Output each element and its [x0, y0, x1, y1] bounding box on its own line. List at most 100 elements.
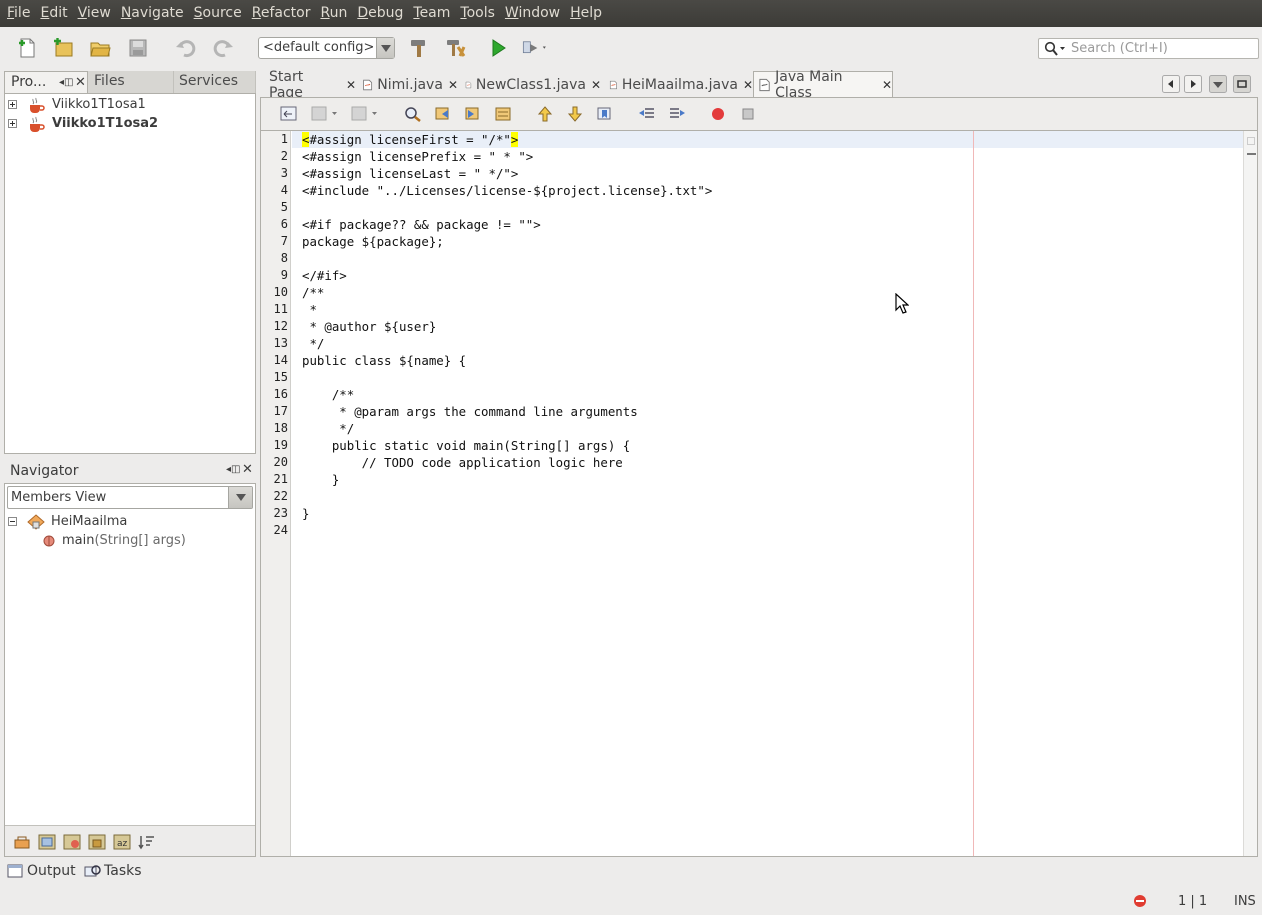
line-number: 8 [280, 251, 288, 265]
menu-file[interactable]: File [2, 0, 35, 27]
menu-refactor[interactable]: Refactor [247, 0, 316, 27]
config-select[interactable]: <default config> [258, 37, 395, 59]
close-icon[interactable]: ✕ [448, 78, 458, 92]
redo-icon[interactable] [209, 34, 237, 62]
build-hammer-icon[interactable] [405, 34, 433, 62]
debug-icon[interactable] [521, 34, 549, 62]
sort-by-name-icon[interactable]: az [113, 834, 131, 850]
class-icon [27, 513, 45, 530]
menu-source[interactable]: Source [189, 0, 247, 27]
run-icon[interactable] [484, 34, 512, 62]
back-icon[interactable] [311, 106, 339, 122]
menu-edit[interactable]: Edit [35, 0, 72, 27]
scroll-right-icon[interactable] [1184, 75, 1202, 93]
new-project-icon[interactable] [49, 34, 77, 62]
close-icon[interactable]: ✕ [242, 462, 253, 477]
code-line: */ [302, 336, 325, 351]
members-view-select[interactable]: Members View [7, 486, 253, 509]
line-number: 17 [273, 404, 288, 418]
toggle-highlight-icon[interactable] [494, 106, 512, 122]
output-label: Output [27, 863, 76, 879]
expand-icon[interactable] [8, 100, 17, 109]
menu-navigate[interactable]: Navigate [116, 0, 189, 27]
tasks-icon [84, 865, 101, 877]
tab-newclass1-java[interactable]: NewClass1.java ✕ [461, 73, 601, 97]
maximize-icon[interactable] [1233, 75, 1251, 93]
menu-tools[interactable]: Tools [455, 0, 500, 27]
search-box[interactable] [1038, 38, 1259, 59]
find-previous-icon[interactable] [434, 106, 452, 122]
menu-window[interactable]: Window [500, 0, 565, 27]
close-icon[interactable]: ✕ [882, 78, 892, 92]
clean-build-icon[interactable] [443, 34, 471, 62]
code-line: <#assign licenseLast = " */"> [302, 166, 519, 181]
line-number: 22 [273, 489, 288, 503]
shift-left-icon[interactable] [638, 106, 656, 122]
tab-nimi-java[interactable]: Nimi.java ✕ [358, 73, 458, 97]
close-icon[interactable]: ✕ [591, 78, 601, 92]
hide-nonpublic-icon[interactable] [88, 834, 106, 850]
menu-debug[interactable]: Debug [352, 0, 408, 27]
close-icon[interactable]: ✕ [75, 72, 86, 93]
menu-run[interactable]: Run [315, 0, 352, 27]
code-text: #assign licenseFirst = "/*" [309, 132, 511, 147]
editor-tabs: Start Page ✕ Nimi.java ✕ NewClass1.java … [260, 69, 1258, 101]
method-node[interactable]: main (String[] args) [43, 531, 186, 550]
scroll-left-icon[interactable] [1162, 75, 1180, 93]
find-selection-icon[interactable] [404, 106, 422, 122]
output-tab[interactable]: Output [7, 863, 76, 879]
menu-bar: File Edit View Navigate Source Refactor … [0, 0, 1262, 27]
navigator-header: Navigator ◂◫ ✕ [4, 461, 256, 483]
code-line: <#assign licenseFirst = "/*"> [302, 131, 519, 148]
close-icon[interactable]: ✕ [743, 78, 753, 92]
tab-heimaailma-java[interactable]: HeiMaailma.java ✕ [605, 73, 753, 97]
show-fields-icon[interactable] [38, 834, 56, 850]
error-icon[interactable] [1133, 894, 1147, 908]
save-all-icon[interactable] [124, 34, 152, 62]
previous-bookmark-icon[interactable] [536, 106, 554, 122]
new-file-icon[interactable] [13, 34, 41, 62]
class-node[interactable]: HeiMaailma [5, 512, 127, 531]
undo-icon[interactable] [172, 34, 200, 62]
forward-icon[interactable] [351, 106, 379, 122]
inherited-members-icon[interactable] [13, 834, 31, 850]
start-macro-recording-icon[interactable] [711, 107, 725, 121]
line-number: 3 [280, 166, 288, 180]
tab-list-icon[interactable] [1209, 75, 1227, 93]
code-content[interactable]: <#assign licenseFirst = "/*"> <#assign li… [292, 131, 1243, 856]
tab-files[interactable]: Files [88, 71, 174, 93]
search-input[interactable] [1071, 40, 1255, 57]
toggle-bookmark-icon[interactable] [596, 106, 614, 122]
tab-java-main-class[interactable]: Java Main Class ✕ [753, 69, 893, 101]
code-line: */ [302, 421, 355, 436]
menu-view[interactable]: View [73, 0, 116, 27]
minimize-icon[interactable]: ◂◫ [226, 464, 240, 475]
find-next-icon[interactable] [464, 106, 482, 122]
open-project-icon[interactable] [86, 34, 114, 62]
menu-help[interactable]: Help [565, 0, 607, 27]
java-project-icon [30, 116, 45, 132]
error-stripe[interactable] [1243, 131, 1257, 856]
line-number-gutter[interactable]: 1 2 3 4 5 6 7 8 9 10 11 12 13 14 15 16 17 18 19 20 21 22 23 24 [261, 131, 291, 856]
shift-right-icon[interactable] [668, 106, 686, 122]
tab-start-page[interactable]: Start Page ✕ [262, 69, 356, 101]
sort-by-source-icon[interactable] [138, 834, 156, 850]
tab-services[interactable]: Services [174, 71, 256, 93]
tab-label: Nimi.java [377, 77, 443, 93]
next-bookmark-icon[interactable] [566, 106, 584, 122]
chevron-down-icon [228, 487, 252, 508]
expand-icon[interactable] [8, 119, 17, 128]
project-item[interactable]: Viikko1T1osa2 [5, 114, 158, 133]
close-icon[interactable]: ✕ [346, 78, 356, 92]
tasks-tab[interactable]: Tasks [84, 863, 142, 879]
stop-macro-recording-icon[interactable] [742, 108, 754, 120]
menu-team[interactable]: Team [408, 0, 455, 27]
tab-projects[interactable]: Pro... ◂◫ ✕ [4, 71, 88, 93]
project-item[interactable]: Viikko1T1osa1 [5, 95, 146, 114]
line-number: 24 [273, 523, 288, 537]
minimize-icon[interactable]: ◂◫ [59, 72, 73, 93]
show-static-icon[interactable] [63, 834, 81, 850]
collapse-icon[interactable] [8, 517, 17, 526]
code-editor[interactable]: 1 2 3 4 5 6 7 8 9 10 11 12 13 14 15 16 17 18 19 20 21 22 23 24 … [260, 130, 1258, 857]
last-edit-icon[interactable] [280, 106, 298, 122]
